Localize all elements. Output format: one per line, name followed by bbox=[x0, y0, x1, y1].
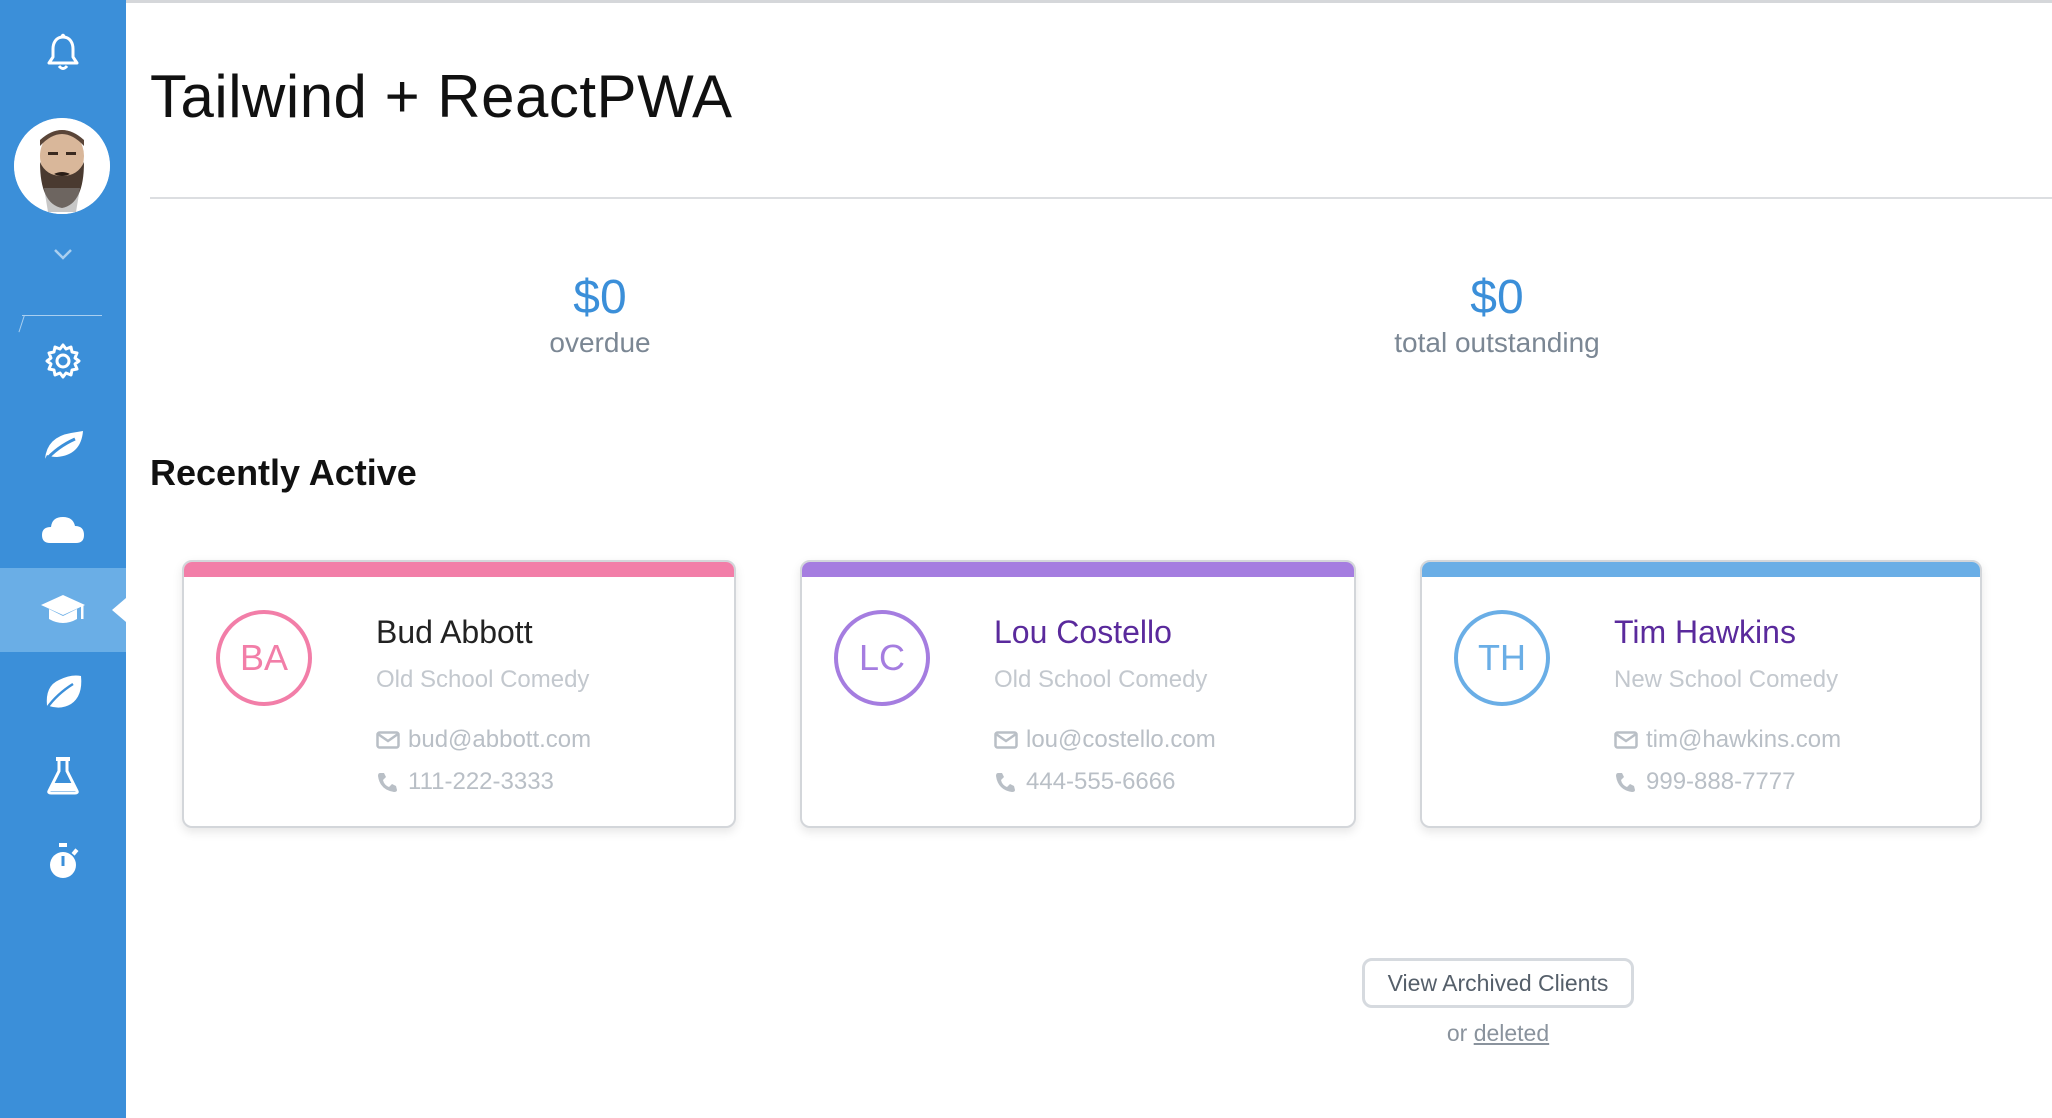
overdue-label: overdue bbox=[549, 327, 651, 358]
sidebar-divider bbox=[22, 315, 102, 316]
client-email-row[interactable]: bud@abbott.com bbox=[376, 726, 591, 754]
sidebar-item-leaf-alt[interactable] bbox=[0, 660, 126, 722]
client-phone[interactable]: 999-888-7777 bbox=[1646, 768, 1795, 796]
sidebar-item-cloud[interactable] bbox=[0, 498, 126, 560]
outstanding-label: total outstanding bbox=[1394, 327, 1600, 358]
client-group: Old School Comedy bbox=[376, 666, 590, 693]
card-accent-bar bbox=[184, 562, 734, 577]
client-card[interactable]: LC Lou Costello Old School Comedy lou@co… bbox=[800, 560, 1356, 828]
graduation-cap-icon bbox=[41, 595, 85, 623]
client-initials: TH bbox=[1454, 610, 1550, 706]
stat-outstanding: $0 total outstanding bbox=[1347, 270, 1647, 360]
client-initials: LC bbox=[834, 610, 930, 706]
sidebar-item-timer[interactable] bbox=[0, 830, 126, 892]
envelope-icon bbox=[994, 731, 1018, 749]
sidebar-item-settings[interactable] bbox=[0, 330, 126, 392]
sidebar-item-leaf[interactable] bbox=[0, 414, 126, 476]
client-card[interactable]: BA Bud Abbott Old School Comedy bud@abbo… bbox=[182, 560, 736, 828]
view-archived-clients-button[interactable]: View Archived Clients bbox=[1362, 958, 1634, 1008]
page-title: Tailwind + ReactPWA bbox=[150, 63, 733, 130]
client-phone[interactable]: 111-222-3333 bbox=[408, 768, 554, 796]
overdue-amount: $0 bbox=[573, 271, 627, 324]
phone-icon bbox=[378, 773, 397, 792]
stopwatch-icon bbox=[50, 843, 79, 878]
phone-icon bbox=[1616, 773, 1635, 792]
chevron-down-icon bbox=[54, 249, 72, 260]
client-name[interactable]: Lou Costello bbox=[994, 614, 1172, 651]
client-initials: BA bbox=[216, 610, 312, 706]
card-accent-bar bbox=[1422, 562, 1980, 577]
client-email-row[interactable]: tim@hawkins.com bbox=[1614, 726, 1841, 754]
card-accent-bar bbox=[802, 562, 1354, 577]
user-avatar[interactable] bbox=[14, 118, 110, 214]
client-group: Old School Comedy bbox=[994, 666, 1208, 693]
sidebar-item-lab[interactable] bbox=[0, 744, 126, 806]
section-title-recently-active: Recently Active bbox=[150, 452, 417, 493]
client-email[interactable]: bud@abbott.com bbox=[408, 726, 591, 754]
outstanding-amount: $0 bbox=[1470, 271, 1524, 324]
stat-overdue: $0 overdue bbox=[450, 270, 750, 360]
client-email[interactable]: tim@hawkins.com bbox=[1646, 726, 1841, 754]
bell-icon bbox=[47, 33, 79, 70]
leaf-alt-icon bbox=[45, 675, 82, 709]
sidebar bbox=[0, 0, 126, 1118]
client-name[interactable]: Bud Abbott bbox=[376, 614, 533, 651]
client-group: New School Comedy bbox=[1614, 666, 1839, 693]
client-email-row[interactable]: lou@costello.com bbox=[994, 726, 1216, 754]
title-divider bbox=[150, 197, 2052, 199]
or-text: or bbox=[1446, 1020, 1468, 1046]
cloud-icon bbox=[42, 517, 84, 543]
deleted-clients-link[interactable]: deleted bbox=[1474, 1020, 1549, 1046]
sidebar-item-education[interactable] bbox=[0, 568, 126, 652]
deleted-clients-line: or deleted bbox=[1362, 1020, 1634, 1047]
flask-icon bbox=[47, 757, 79, 795]
avatar-image bbox=[14, 118, 110, 214]
notifications-button[interactable] bbox=[0, 22, 126, 84]
client-phone-row[interactable]: 111-222-3333 bbox=[376, 768, 554, 796]
top-border bbox=[126, 0, 2052, 3]
client-phone-row[interactable]: 444-555-6666 bbox=[994, 768, 1175, 796]
client-phone-row[interactable]: 999-888-7777 bbox=[1614, 768, 1795, 796]
gear-icon bbox=[45, 343, 81, 379]
profile-menu-toggle[interactable] bbox=[0, 236, 126, 272]
envelope-icon bbox=[1614, 731, 1638, 749]
client-name[interactable]: Tim Hawkins bbox=[1614, 614, 1796, 651]
client-phone[interactable]: 444-555-6666 bbox=[1026, 768, 1175, 796]
phone-icon bbox=[996, 773, 1015, 792]
leaf-icon bbox=[43, 431, 83, 462]
client-email[interactable]: lou@costello.com bbox=[1026, 726, 1216, 754]
envelope-icon bbox=[376, 731, 400, 749]
client-card[interactable]: TH Tim Hawkins New School Comedy tim@haw… bbox=[1420, 560, 1982, 828]
